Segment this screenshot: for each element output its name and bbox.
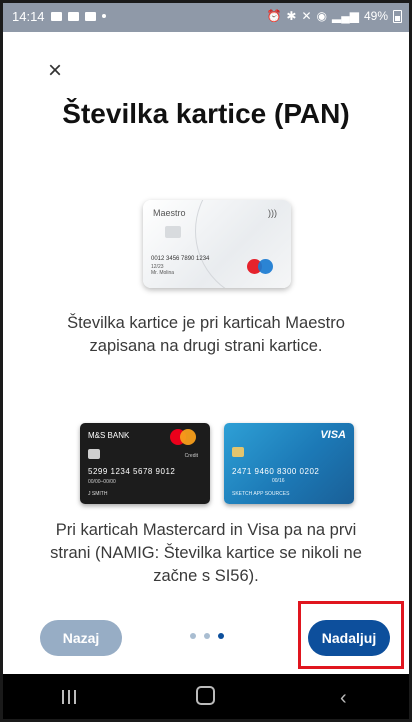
- mastercard-tag: Credit: [184, 453, 198, 459]
- contactless-icon: ))): [268, 208, 277, 218]
- gallery-icon: [50, 11, 62, 21]
- alarm-icon: ⏰: [266, 9, 282, 23]
- recent-apps-icon[interactable]: [49, 687, 89, 710]
- mastercard-card-image: M&S BANK Credit 5299 1234 5678 9012 00/0…: [80, 423, 210, 504]
- maestro-card-number: 0012 3456 7890 1234: [151, 256, 210, 262]
- maestro-card-image: Maestro ))) 0012 3456 7890 1234 12/23 Mr…: [143, 200, 291, 288]
- visa-brand: VISA: [320, 429, 346, 441]
- page-indicator: [190, 633, 224, 639]
- visa-card-expiry: 00/16: [272, 478, 285, 484]
- mute-icon: ✕: [301, 9, 312, 23]
- mastercard-visa-hint-text: Pri karticah Mastercard in Visa pa na pr…: [50, 521, 362, 585]
- status-time: 14:14: [12, 8, 45, 24]
- visa-card-holder: SKETCH APP SOURCES: [232, 491, 290, 497]
- chip-icon: [165, 226, 181, 238]
- signal-icon: ▂▄▆: [332, 9, 359, 23]
- page-dot: [190, 633, 196, 639]
- chip-icon: [232, 447, 244, 457]
- next-button[interactable]: Nadaljuj: [308, 620, 390, 656]
- visa-card-image: VISA 2471 9460 8300 0202 00/16 SKETCH AP…: [224, 423, 354, 504]
- mastercard-logo-icon: [170, 429, 196, 445]
- message-icon: [67, 11, 79, 21]
- maestro-hint-text: Številka kartice je pri karticah Maestro…: [67, 314, 345, 355]
- mastercard-card-number: 5299 1234 5678 9012: [88, 467, 176, 476]
- chip-icon: [88, 449, 100, 459]
- maestro-logo-icon: [247, 259, 273, 274]
- location-icon: ◉: [316, 9, 327, 23]
- maestro-card-holder: Mr. Molina: [151, 270, 175, 276]
- notification-dot-icon: [101, 14, 106, 18]
- home-icon[interactable]: [186, 685, 226, 711]
- system-nav-bar: ‹: [0, 674, 412, 722]
- mastercard-card-holder: J SMITH: [88, 491, 108, 497]
- status-bar: 14:14 ⏰ ✱ ✕ ◉ ▂▄▆ 49%: [0, 0, 412, 32]
- visa-card-number: 2471 9460 8300 0202: [232, 467, 320, 476]
- page-dot: [204, 633, 210, 639]
- mastercard-card-dates: 00/00–00/00: [88, 479, 116, 485]
- page-title: Številka kartice (PAN): [62, 98, 350, 129]
- back-icon[interactable]: ‹: [323, 687, 363, 710]
- page-dot-active: [218, 633, 224, 639]
- close-icon[interactable]: ×: [44, 59, 66, 83]
- maestro-brand: Maestro: [153, 208, 186, 218]
- mastercard-bank: M&S BANK: [88, 431, 130, 440]
- battery-icon: [393, 9, 402, 23]
- image-icon: [84, 11, 96, 21]
- back-button[interactable]: Nazaj: [40, 620, 122, 656]
- battery-level: 49%: [363, 9, 388, 23]
- bluetooth-icon: ✱: [286, 9, 297, 23]
